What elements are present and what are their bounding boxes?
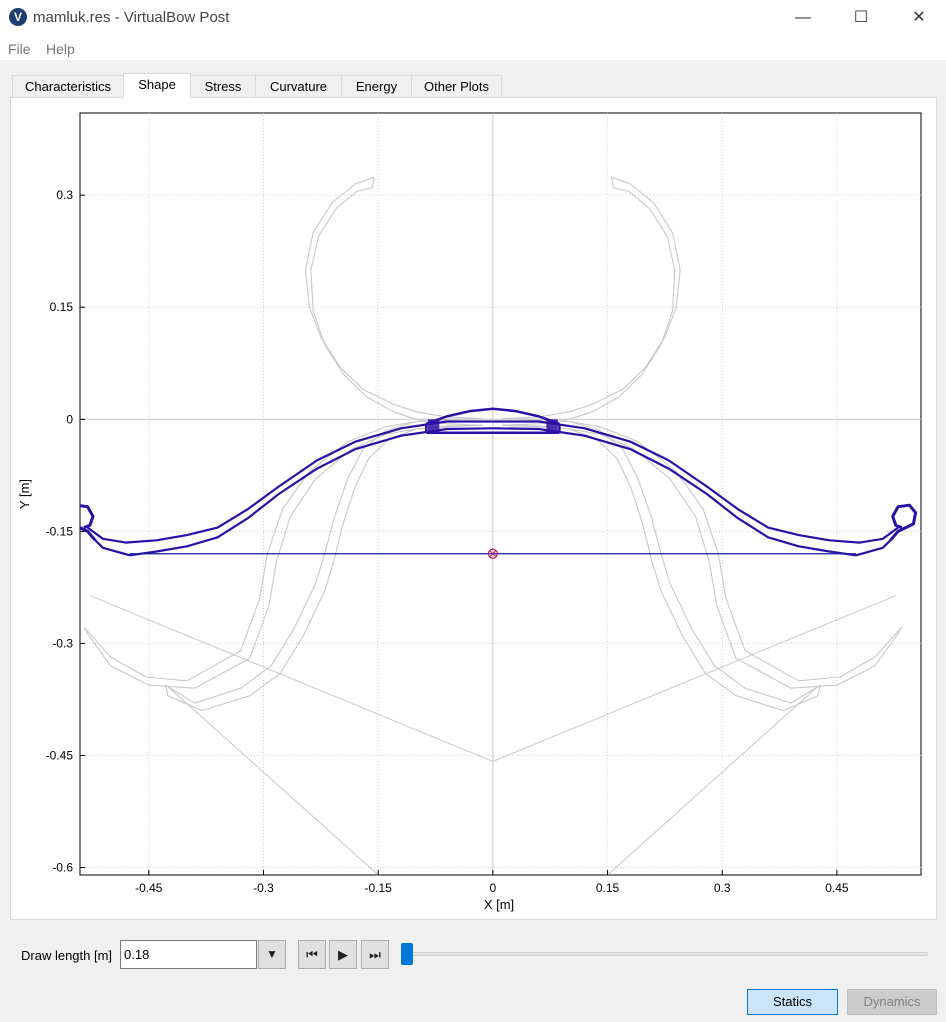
plot-area <box>79 112 922 876</box>
statics-button[interactable]: Statics <box>747 989 838 1015</box>
draw-length-label: Draw length [m] <box>21 948 113 963</box>
tab-stress[interactable]: Stress <box>190 75 256 98</box>
tick-label-y: 0.3 <box>56 188 73 202</box>
play-button[interactable]: ▶ <box>329 940 357 969</box>
app-logo-icon: V <box>9 8 27 26</box>
first-frame-button[interactable]: ⏮ <box>298 940 326 969</box>
tick-label-x: 0.45 <box>825 881 849 895</box>
menu-help[interactable]: Help <box>46 41 75 57</box>
tab-energy[interactable]: Energy <box>341 75 412 98</box>
tick-label-y: -0.45 <box>46 748 74 762</box>
frame-slider-handle[interactable] <box>401 943 413 965</box>
close-button[interactable]: ✕ <box>890 0 946 36</box>
play-icon: ▶ <box>338 947 348 962</box>
tick-label-x: -0.45 <box>135 881 163 895</box>
tick-label-y: -0.15 <box>46 524 74 538</box>
last-frame-button[interactable]: ⏭ <box>361 940 389 969</box>
tick-label-x: 0 <box>490 881 497 895</box>
maximize-button[interactable]: ☐ <box>832 0 890 36</box>
tick-label-y: 0 <box>66 412 73 426</box>
minimize-button[interactable]: — <box>774 0 832 36</box>
tick-label-x: -0.3 <box>253 881 274 895</box>
shape-plot[interactable]: -0.45 -0.3 -0.15 0 0.15 0.3 0.45 0.3 0.15 0 -0.15 -… <box>11 98 938 921</box>
draw-length-input[interactable] <box>120 940 257 969</box>
window-title: mamluk.res - VirtualBow Post <box>33 9 230 26</box>
tick-label-y: -0.3 <box>52 636 73 650</box>
menu-bar: File Help <box>0 38 946 60</box>
limb-fade-block <box>427 419 440 433</box>
y-axis-label: Y [m] <box>17 479 32 509</box>
shape-panel: -0.45 -0.3 -0.15 0 0.15 0.3 0.45 0.3 0.15 0 -0.15 -… <box>10 97 937 920</box>
limb-fade-block <box>546 419 558 433</box>
tick-label-x: -0.15 <box>364 881 392 895</box>
dynamics-button: Dynamics <box>847 989 937 1015</box>
skip-forward-icon: ⏭ <box>369 947 381 962</box>
tab-shape[interactable]: Shape <box>123 73 191 98</box>
title-bar: V mamluk.res - VirtualBow Post — ☐ ✕ <box>0 0 946 36</box>
tick-label-x: 0.3 <box>714 881 731 895</box>
tab-other-plots[interactable]: Other Plots <box>411 75 502 98</box>
frame-slider-track[interactable] <box>406 952 928 956</box>
tick-label-x: 0.15 <box>596 881 620 895</box>
tab-characteristics[interactable]: Characteristics <box>12 75 124 98</box>
tick-label-y: -0.6 <box>52 861 73 875</box>
tick-label-y: 0.15 <box>50 300 74 314</box>
draw-length-dropdown-button[interactable]: ▼ <box>258 940 286 969</box>
tab-curvature[interactable]: Curvature <box>255 75 342 98</box>
menu-file[interactable]: File <box>8 41 31 57</box>
chevron-down-icon: ▼ <box>266 947 278 961</box>
x-axis-label: X [m] <box>484 897 514 912</box>
skip-back-icon: ⏮ <box>306 947 318 962</box>
